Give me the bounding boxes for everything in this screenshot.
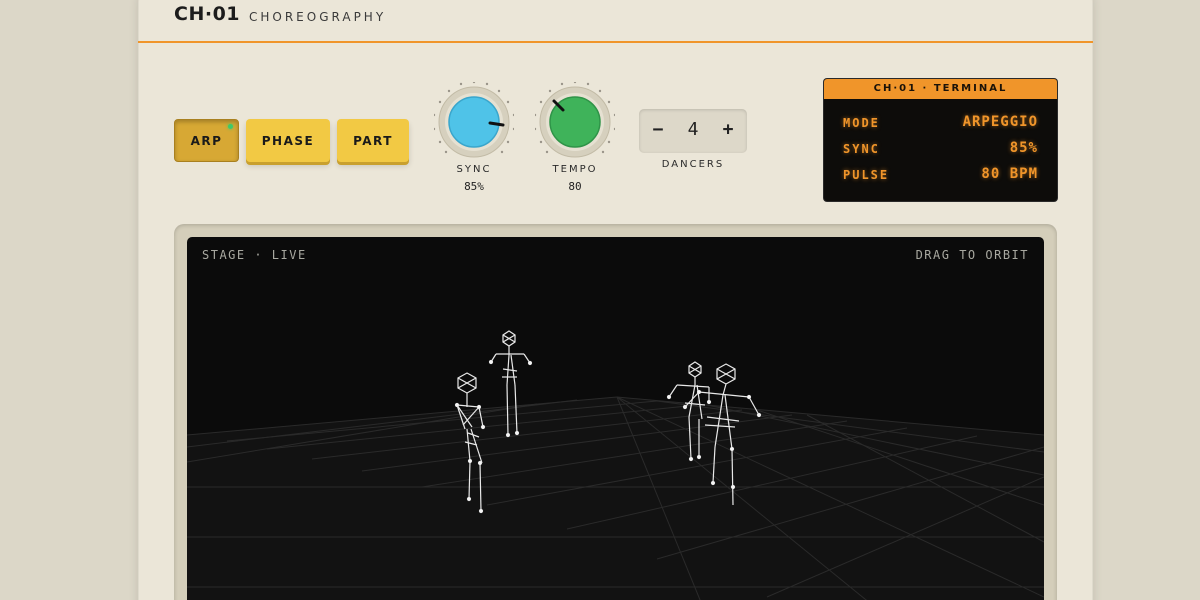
brand-subtitle: CHOREOGRAPHY <box>249 10 387 24</box>
header-bar: CH·01 CHOREOGRAPHY <box>138 0 1093 43</box>
tempo-label: TEMPO <box>552 164 598 175</box>
terminal-key: SYNC <box>843 142 880 156</box>
terminal-value: 85% <box>1009 140 1038 156</box>
terminal-key: MODE <box>843 116 880 130</box>
orbit-hint-label: DRAG TO ORBIT <box>915 248 1029 262</box>
sync-label: SYNC <box>456 164 492 175</box>
mode-label: PART <box>353 133 393 148</box>
dancers-stepper: − 4 + <box>639 109 747 153</box>
floor-grid <box>187 396 1044 600</box>
dancers-count: 4 <box>687 119 699 140</box>
mode-label: PHASE <box>261 133 315 148</box>
stage-viewport[interactable]: STAGE · LIVE DRAG TO ORBIT <box>187 237 1044 600</box>
sync-value: 85% <box>464 180 484 193</box>
terminal-key: PULSE <box>843 168 890 182</box>
stage-scene <box>187 330 1044 600</box>
terminal-title: CH·01 · TERMINAL <box>824 79 1057 99</box>
terminal-row-sync: SYNC 85% <box>843 140 1038 158</box>
brand-title: CH·01 <box>174 3 241 25</box>
active-led-icon <box>228 124 233 129</box>
knob-pointer-icon <box>488 121 505 127</box>
tempo-value: 80 <box>568 180 582 193</box>
increment-button[interactable]: + <box>717 119 739 141</box>
terminal-display: CH·01 · TERMINAL MODE ARPEGGIO SYNC 85% … <box>824 79 1057 201</box>
decrement-button[interactable]: − <box>647 119 669 141</box>
stage-status-label: STAGE · LIVE <box>202 248 307 262</box>
mode-label: ARP <box>190 133 223 148</box>
terminal-value: ARPEGGIO <box>962 114 1038 130</box>
dancers-label: DANCERS <box>661 159 725 170</box>
mode-button-phase[interactable]: PHASE <box>246 119 330 162</box>
sync-knob[interactable] <box>434 82 514 162</box>
terminal-row-mode: MODE ARPEGGIO <box>843 114 1038 132</box>
terminal-value: 80 BPM <box>981 166 1038 182</box>
terminal-row-pulse: PULSE 80 BPM <box>843 166 1038 184</box>
tempo-knob[interactable] <box>535 82 615 162</box>
mode-button-arp[interactable]: ARP <box>174 119 239 162</box>
mode-button-part[interactable]: PART <box>337 119 409 162</box>
